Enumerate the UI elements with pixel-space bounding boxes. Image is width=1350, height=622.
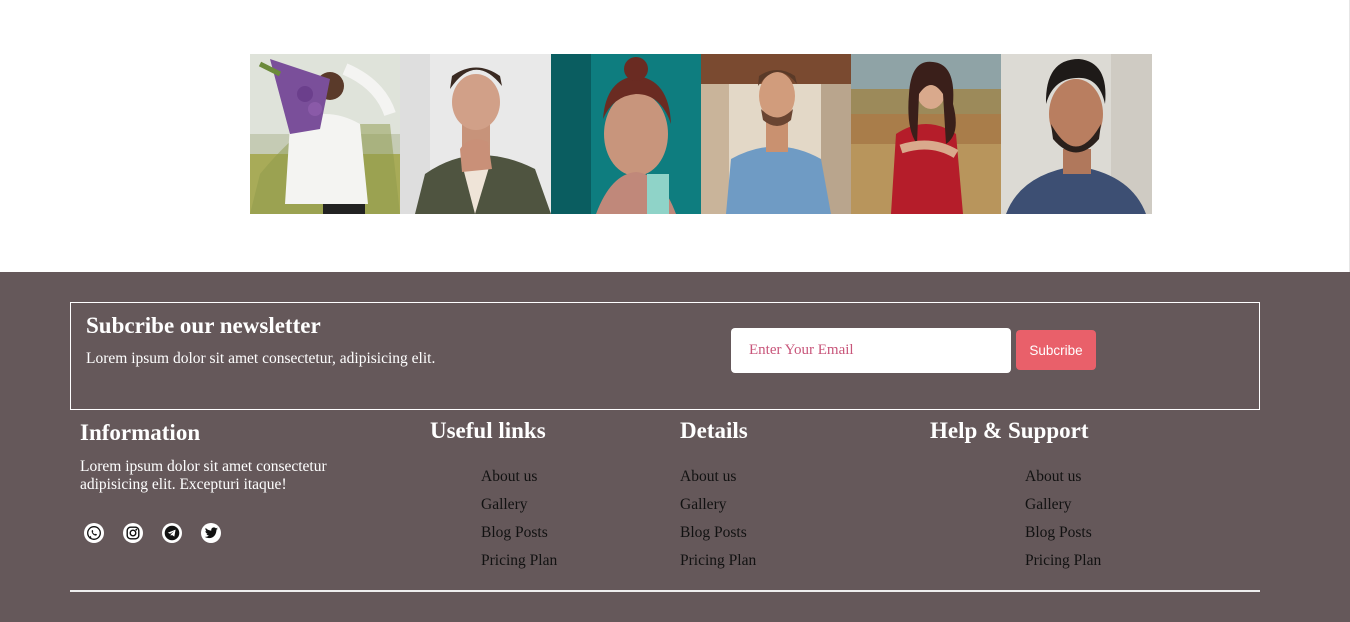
woman-teal-background-photo[interactable] [551, 54, 701, 214]
information-description: Lorem ipsum dolor sit amet consectetur a… [80, 458, 327, 493]
social-links [84, 523, 240, 543]
whatsapp-icon[interactable] [84, 523, 104, 543]
details-title: Details [680, 418, 748, 443]
useful-links-list: About us Gallery Blog Posts Pricing Plan [481, 468, 557, 580]
details-link-pricing-plan[interactable]: Pricing Plan [680, 552, 756, 569]
help-support-title: Help & Support [930, 418, 1089, 443]
man-in-blue-polo-photo[interactable] [701, 54, 851, 214]
woman-in-red-dress-photo[interactable] [851, 54, 1001, 214]
details-links-list: About us Gallery Blog Posts Pricing Plan [680, 468, 756, 580]
help-link-gallery[interactable]: Gallery [1025, 496, 1071, 513]
help-link-about-us[interactable]: About us [1025, 468, 1081, 485]
information-title: Information [80, 420, 201, 445]
instagram-icon[interactable] [123, 523, 143, 543]
newsletter-box: Subcribe our newsletter Lorem ipsum dolo… [70, 302, 1260, 410]
help-support-links-list: About us Gallery Blog Posts Pricing Plan [1025, 468, 1101, 580]
twitter-icon[interactable] [201, 523, 221, 543]
useful-link-pricing-plan[interactable]: Pricing Plan [481, 552, 557, 569]
useful-link-blog-posts[interactable]: Blog Posts [481, 524, 548, 541]
useful-link-gallery[interactable]: Gallery [481, 496, 527, 513]
help-link-pricing-plan[interactable]: Pricing Plan [1025, 552, 1101, 569]
newsletter-description: Lorem ipsum dolor sit amet consectetur, … [86, 350, 436, 367]
list-item: Gallery [481, 496, 557, 524]
list-item: About us [481, 468, 557, 496]
details-link-about-us[interactable]: About us [680, 468, 736, 485]
list-item: Pricing Plan [1025, 552, 1101, 580]
man-in-olive-jacket-photo[interactable] [400, 54, 551, 214]
footer-divider [70, 590, 1260, 592]
photo-gallery [250, 54, 1152, 214]
email-input[interactable] [731, 328, 1011, 373]
list-item: Gallery [1025, 496, 1101, 524]
telegram-icon[interactable] [162, 523, 182, 543]
site-footer: Subcribe our newsletter Lorem ipsum dolo… [0, 272, 1350, 622]
bearded-man-portrait-photo[interactable] [1001, 54, 1152, 214]
useful-links-title: Useful links [430, 418, 546, 443]
list-item: Blog Posts [680, 524, 756, 552]
list-item: Gallery [680, 496, 756, 524]
list-item: Blog Posts [1025, 524, 1101, 552]
list-item: Pricing Plan [680, 552, 756, 580]
details-link-blog-posts[interactable]: Blog Posts [680, 524, 747, 541]
list-item: About us [680, 468, 756, 496]
help-link-blog-posts[interactable]: Blog Posts [1025, 524, 1092, 541]
useful-link-about-us[interactable]: About us [481, 468, 537, 485]
newsletter-title: Subcribe our newsletter [86, 313, 321, 338]
list-item: About us [1025, 468, 1101, 496]
woman-holding-lavender-photo[interactable] [250, 54, 400, 214]
list-item: Pricing Plan [481, 552, 557, 580]
list-item: Blog Posts [481, 524, 557, 552]
subscribe-button[interactable]: Subcribe [1016, 330, 1096, 370]
details-link-gallery[interactable]: Gallery [680, 496, 726, 513]
